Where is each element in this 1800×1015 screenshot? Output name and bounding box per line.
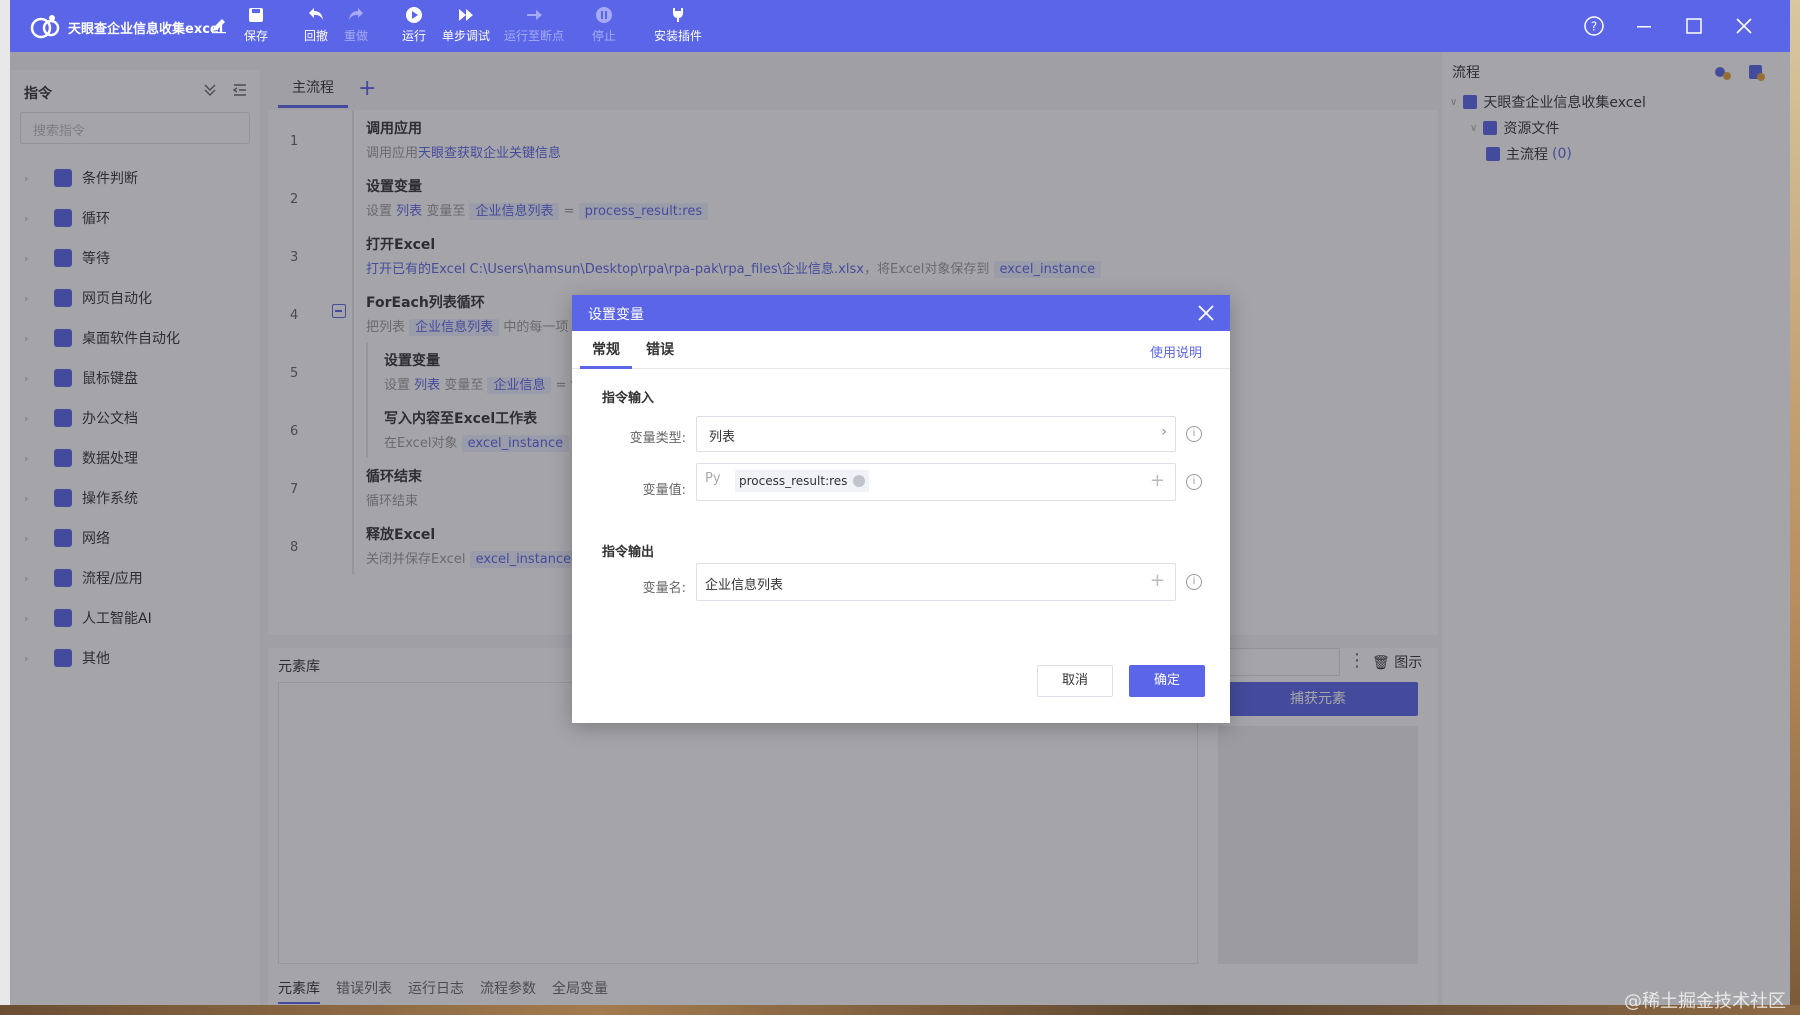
variable-name-input[interactable]: 企业信息列表 +	[696, 563, 1176, 601]
stop-label: 停止	[592, 29, 617, 43]
help-icon[interactable]: ?	[1582, 14, 1606, 38]
step-debug-label: 单步调试	[442, 29, 491, 43]
stop-icon	[596, 7, 612, 23]
variable-chip: process_result:res	[735, 470, 870, 492]
install-plugin-label: 安装插件	[654, 29, 703, 43]
redo-icon	[349, 8, 363, 20]
chevron-right-icon: ›	[1161, 424, 1167, 440]
variable-value-label: 变量值:	[642, 483, 686, 498]
install-plugin-button[interactable]: 安装插件	[654, 6, 702, 44]
run-to-breakpoint-label: 运行至断点	[504, 29, 565, 43]
save-button[interactable]: 保存	[244, 6, 268, 44]
redo-button[interactable]: 重做	[344, 6, 368, 44]
variable-name-value: 企业信息列表	[705, 578, 784, 593]
variable-type-select[interactable]: 列表 ›	[696, 416, 1176, 452]
app-title: 天眼查企业信息收集excel	[68, 22, 224, 37]
input-section-title: 指令输入	[602, 391, 655, 406]
run-to-breakpoint-button[interactable]: 运行至断点	[504, 6, 564, 44]
close-window-icon[interactable]	[1732, 14, 1756, 38]
maximize-icon[interactable]	[1682, 14, 1706, 38]
tab-error[interactable]: 错误	[634, 331, 686, 369]
run-label: 运行	[402, 29, 427, 43]
python-mode-toggle[interactable]: Py	[705, 471, 721, 486]
dialog-title: 设置变量	[588, 307, 644, 323]
edit-title-icon[interactable]	[210, 16, 228, 34]
run-button[interactable]: 运行	[402, 6, 426, 44]
confirm-button[interactable]: 确定	[1129, 665, 1205, 697]
undo-label: 回撤	[304, 29, 329, 43]
variable-value-input[interactable]: Py process_result:res +	[696, 463, 1176, 501]
dialog-tabs: 常规 错误 使用说明	[572, 331, 1230, 369]
play-icon	[406, 7, 422, 23]
minimize-icon[interactable]	[1632, 14, 1656, 38]
info-icon[interactable]: i	[1186, 574, 1202, 590]
undo-button[interactable]: 回撤	[304, 6, 328, 44]
redo-label: 重做	[344, 29, 369, 43]
output-section-title: 指令输出	[602, 545, 655, 560]
run-to-breakpoint-icon	[527, 10, 542, 20]
variable-type-value: 列表	[709, 430, 736, 445]
remove-chip-icon[interactable]	[853, 475, 866, 487]
usage-help-link[interactable]: 使用说明	[1150, 342, 1202, 361]
variable-chip-label: process_result:res	[739, 474, 848, 488]
dialog-header: 设置变量	[572, 295, 1230, 331]
step-debug-icon	[459, 9, 473, 21]
info-icon[interactable]: i	[1186, 474, 1202, 490]
undo-icon	[309, 8, 323, 20]
variable-type-label: 变量类型:	[629, 431, 686, 446]
step-debug-button[interactable]: 单步调试	[442, 6, 490, 44]
save-label: 保存	[244, 29, 269, 43]
app-logo-icon	[30, 15, 60, 39]
desktop-background-bottom	[0, 1005, 1800, 1015]
variable-name-label: 变量名:	[642, 581, 686, 596]
add-variable-icon[interactable]: +	[1150, 470, 1165, 491]
desktop-background-left	[0, 0, 10, 1015]
cancel-button[interactable]: 取消	[1037, 665, 1113, 697]
save-icon	[249, 8, 263, 22]
stop-button[interactable]: 停止	[592, 6, 616, 44]
add-variable-icon[interactable]: +	[1150, 570, 1165, 591]
svg-text:?: ?	[1591, 20, 1597, 34]
tab-general[interactable]: 常规	[580, 331, 632, 369]
title-bar: 天眼查企业信息收集excel 保存 回撤 重做 运行 单步调试 运行至断点 停止…	[10, 0, 1790, 52]
set-variable-dialog: 设置变量 常规 错误 使用说明 指令输入 变量类型: 列表 › i 变量值: P…	[572, 295, 1230, 723]
close-icon[interactable]	[1196, 303, 1216, 323]
info-icon[interactable]: i	[1186, 426, 1202, 442]
desktop-background-right	[1790, 0, 1800, 1015]
plugin-icon	[673, 8, 683, 22]
watermark: @稀土掘金技术社区	[1624, 991, 1786, 1012]
